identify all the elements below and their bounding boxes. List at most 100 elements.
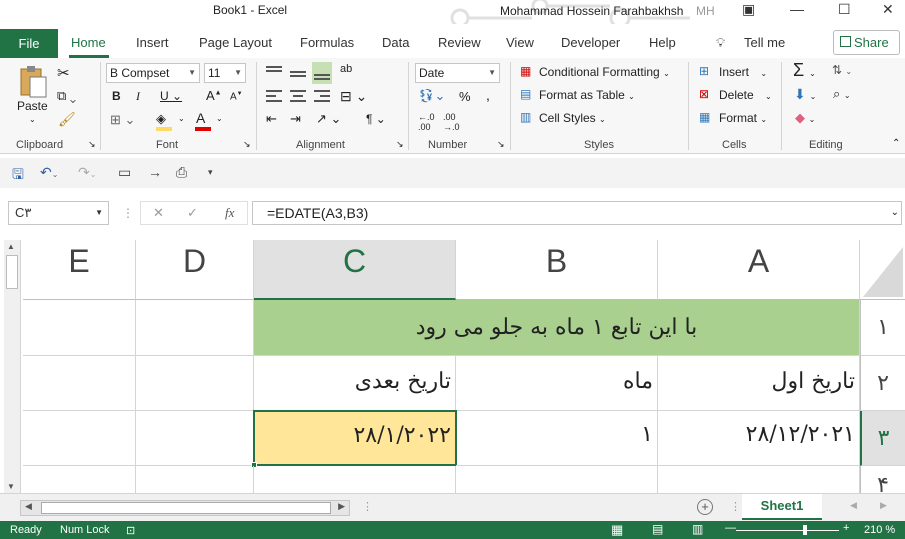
merge-center-icon[interactable]: ⊟ ⌄ [340,88,367,105]
column-header-a[interactable]: A [658,240,860,300]
cell-e2[interactable] [23,356,136,411]
cell-c2[interactable]: تاریخ بعدی [254,356,456,411]
align-center-icon[interactable] [290,90,306,104]
zoom-slider-thumb[interactable] [803,525,807,535]
cancel-icon[interactable]: ✕ [153,205,164,221]
scroll-up-icon[interactable]: ▲ [7,242,15,251]
column-header-c[interactable]: C [254,240,456,300]
paste-dropdown-icon[interactable]: ⌄ [29,115,36,124]
fill-color-icon[interactable]: ◈ [156,111,166,127]
tab-review[interactable]: Review [438,35,481,50]
collapse-ribbon-icon[interactable]: ⌃ [892,138,900,149]
user-avatar[interactable]: MH [696,4,715,18]
insert-function-icon[interactable]: fx [225,205,234,221]
paste-button[interactable]: Paste [17,99,48,113]
bold-button[interactable]: B [112,89,121,103]
cell-a4[interactable] [658,466,860,493]
previous-sheet-icon[interactable]: ◀ [850,500,857,511]
autosum-icon[interactable]: Σ ⌄ [793,60,816,81]
formula-input[interactable]: =EDATE(A3,B3) ⌄ [252,201,902,225]
insert-cells-button[interactable]: Insert ⌄ [719,65,767,79]
save-icon[interactable]: 🖫 [12,164,24,188]
font-color-dropdown-icon[interactable]: ⌄ [216,114,223,123]
new-sheet-button[interactable]: + [697,499,713,515]
tab-data[interactable]: Data [382,35,409,50]
share-button[interactable]: Share [833,30,900,55]
alignment-launcher-icon[interactable]: ↘ [396,139,404,150]
user-name[interactable]: Mohammad Hossein Farahbakhsh [500,4,683,18]
undo-icon[interactable]: ↶⌄ [40,164,58,181]
clear-icon[interactable]: ◆ ⌄ [795,110,815,126]
tab-help[interactable]: Help [649,35,676,50]
merged-title-cell[interactable]: با این تابع ۱ ماه به جلو می رود [254,300,860,356]
increase-indent-icon[interactable]: ⇥ [290,111,301,127]
name-box-dropdown-icon[interactable]: ▼ [95,202,103,224]
percent-style-icon[interactable]: % [459,89,471,104]
font-name-select[interactable]: B Compset ▼ [106,63,200,83]
vertical-scrollbar[interactable]: ▲ ▼ [4,240,21,493]
tab-home[interactable]: Home [71,35,106,50]
cell-b3[interactable]: ۱ [456,411,658,466]
font-launcher-icon[interactable]: ↘ [243,139,251,150]
column-header-b[interactable]: B [456,240,658,300]
fill-icon[interactable]: ⬇ ⌄ [794,86,816,103]
zoom-level[interactable]: 210 % [864,524,895,536]
row-header-4[interactable]: ۴ [860,466,905,493]
decrease-decimal-icon[interactable]: .00 →.0 [443,112,460,132]
tab-view[interactable]: View [506,35,534,50]
format-cells-button[interactable]: Format ⌄ [719,111,767,125]
text-direction-icon[interactable]: ↗ ⌄ [316,111,341,127]
right-to-left-icon[interactable]: ¶ ⌄ [366,112,386,126]
row-header-2[interactable]: ۲ [860,356,905,411]
delete-cells-button[interactable]: Delete ⌄ [719,88,772,102]
cell-a3[interactable]: ۲۸/۱۲/۲۰۲۱ [658,411,860,466]
tab-splitter-icon[interactable]: ⋮ [730,500,741,513]
print-preview-icon[interactable]: ⎙ [176,164,187,181]
column-header-e[interactable]: E [23,240,136,300]
zoom-slider[interactable] [736,530,839,531]
cell-c4[interactable] [254,466,456,493]
row-header-3[interactable]: ۳ [860,411,905,466]
sort-filter-icon[interactable]: ⇅ ⌄ [832,63,852,77]
customize-qat-icon[interactable]: ▾ [208,167,213,178]
tell-me-search[interactable]: Tell me [744,35,785,50]
cell-d2[interactable] [136,356,254,411]
cell-b2[interactable]: ماه [456,356,658,411]
cell-d4[interactable] [136,466,254,493]
row-header-1[interactable]: ۱ [860,300,905,356]
borders-icon[interactable]: ⊞ ⌄ [110,112,135,128]
close-icon[interactable]: ✕ [882,1,894,18]
column-header-d[interactable]: D [136,240,254,300]
select-all-corner[interactable] [860,240,905,300]
copy-icon[interactable]: ⧉ ⌄ [57,88,76,104]
cell-c3-active[interactable]: ۲۸/۱/۲۰۲۲ [253,410,457,466]
align-right-icon[interactable] [314,90,330,104]
vertical-scroll-thumb[interactable] [6,255,18,289]
scroll-left-icon[interactable]: ◀ [25,501,32,512]
paste-icon[interactable] [18,64,48,98]
tab-formulas[interactable]: Formulas [300,35,354,50]
cell-d1[interactable] [136,300,254,356]
orientation-icon[interactable]: ab [340,63,352,75]
scroll-right-icon[interactable]: ▶ [338,501,345,512]
cell-a2[interactable]: تاریخ اول [658,356,860,411]
tab-splitter-icon[interactable]: ⋮ [362,500,373,513]
decrease-indent-icon[interactable]: ⇤ [266,111,277,127]
accounting-format-icon[interactable]: 💱︎⌄ [418,88,445,104]
decrease-font-size-icon[interactable]: A▼ [230,91,243,102]
align-left-icon[interactable] [266,90,282,104]
forward-icon[interactable]: → [148,164,162,180]
tab-file[interactable]: File [0,29,58,59]
horizontal-scroll-thumb[interactable] [41,502,331,514]
comma-style-icon[interactable]: , [486,87,490,103]
sheet-tab-sheet1[interactable]: Sheet1 [742,494,822,520]
zoom-out-icon[interactable]: — [725,522,736,534]
cell-styles-button[interactable]: Cell Styles ⌄ [539,111,606,125]
minimize-icon[interactable]: — [790,1,804,17]
increase-font-size-icon[interactable]: A▲ [206,88,222,103]
underline-button[interactable]: U ⌄ [160,89,182,103]
number-format-select[interactable]: Date ▼ [415,63,500,83]
cut-icon[interactable]: ✂ [57,64,70,82]
tab-page-layout[interactable]: Page Layout [199,35,272,50]
clipboard-launcher-icon[interactable]: ↘ [88,139,96,150]
